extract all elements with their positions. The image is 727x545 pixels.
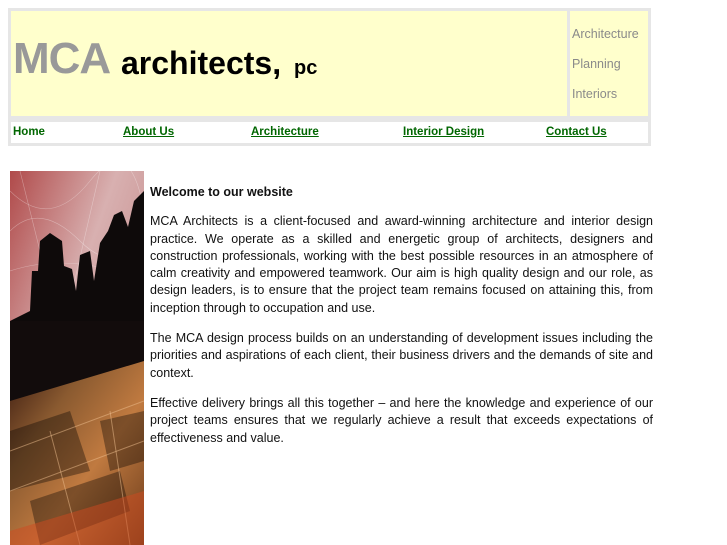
side-item-architecture[interactable]: Architecture xyxy=(572,27,639,41)
architecture-collage-image xyxy=(10,171,144,545)
nav-about-us-link[interactable]: About Us xyxy=(123,126,174,138)
delivery-paragraph: Effective delivery brings all this toget… xyxy=(150,395,653,445)
intro-paragraph: MCA Architects is a client-focused and a… xyxy=(150,214,653,315)
welcome-heading: Welcome to our website xyxy=(150,185,293,199)
main-nav: Home About Us Architecture Interior Desi… xyxy=(11,122,648,143)
side-item-planning[interactable]: Planning xyxy=(572,57,621,71)
nav-contact-us-link[interactable]: Contact Us xyxy=(546,126,607,138)
nav-interior-design-link[interactable]: Interior Design xyxy=(403,126,484,138)
process-paragraph: The MCA design process builds on an unde… xyxy=(150,331,653,380)
logo-architects: architects, xyxy=(121,45,282,81)
nav-home-link[interactable]: Home xyxy=(13,126,45,138)
main-content: Welcome to our website MCA Architects is… xyxy=(150,184,653,460)
header-banner: MCA architects, pc xyxy=(11,11,567,116)
logo-pc: pc xyxy=(294,57,318,79)
side-menu: Architecture Planning Interiors xyxy=(570,11,648,116)
nav-architecture-link[interactable]: Architecture xyxy=(251,126,319,138)
side-item-interiors[interactable]: Interiors xyxy=(572,87,617,101)
logo-mca: MCA xyxy=(13,34,111,83)
